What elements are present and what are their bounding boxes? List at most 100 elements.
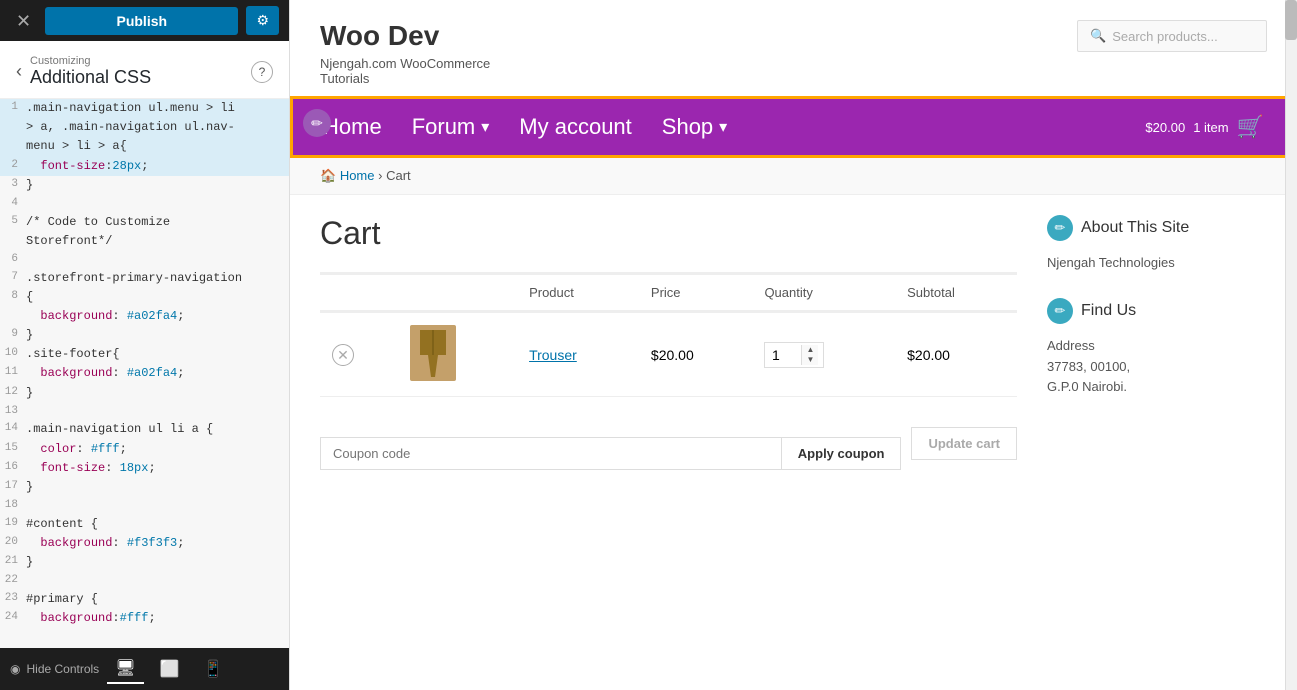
publish-settings-button[interactable]: ⚙ [246, 6, 279, 35]
breadcrumb-separator: › [378, 168, 382, 183]
close-button[interactable]: ✕ [10, 10, 37, 32]
site-header: Woo Dev Njengah.com WooCommerce Tutorial… [290, 0, 1297, 96]
quantity-input[interactable] [765, 343, 801, 367]
scrollbar-thumb[interactable] [1285, 0, 1297, 40]
code-line: 20 background: #f3f3f3; [0, 534, 289, 553]
col-product: Product [517, 274, 639, 312]
nav-bar: Home Forum ▾ My account Shop ▾ $20.00 1 … [293, 99, 1294, 155]
coupon-input[interactable] [320, 437, 782, 470]
code-line: 2 font-size:28px; [0, 157, 289, 176]
code-line: 23 #primary { [0, 590, 289, 609]
cart-item-image-cell [398, 312, 517, 397]
customizing-label: Customizing [30, 55, 251, 67]
shop-dropdown-icon: ▾ [719, 117, 727, 137]
coupon-area: Apply coupon [320, 437, 901, 470]
code-line: 11 background: #a02fa4; [0, 364, 289, 383]
help-button[interactable]: ? [251, 61, 273, 83]
col-remove [320, 274, 398, 312]
code-line: 15 color: #fff; [0, 440, 289, 459]
search-icon: 🔍 [1090, 28, 1106, 44]
css-code-editor[interactable]: 1 .main-navigation ul.menu > li > a, .ma… [0, 99, 289, 648]
code-line: 3 } [0, 176, 289, 195]
about-widget-title: ✏ About This Site [1047, 215, 1267, 241]
nav-item-shop[interactable]: Shop ▾ [662, 114, 727, 140]
nav-item-home[interactable]: Home [323, 114, 382, 140]
col-subtotal: Subtotal [895, 274, 1017, 312]
site-branding: Woo Dev Njengah.com WooCommerce Tutorial… [320, 20, 490, 86]
nav-item-forum[interactable]: Forum ▾ [412, 114, 490, 140]
cart-item-remove-cell: ✕ [320, 312, 398, 397]
code-line: 9 } [0, 326, 289, 345]
sidebar: ✏ About This Site Njengah Technologies ✏… [1047, 215, 1267, 470]
code-line: background: #a02fa4; [0, 307, 289, 326]
remove-item-button[interactable]: ✕ [332, 344, 354, 366]
find-us-widget-title: ✏ Find Us [1047, 298, 1267, 324]
cart-title: Cart [320, 215, 1017, 252]
nav-item-forum-label: Forum [412, 114, 476, 140]
cart-item-name-cell: Trouser [517, 312, 639, 397]
main-content: Cart Product Price Quantity Subtotal [290, 195, 1297, 490]
code-line: 1 .main-navigation ul.menu > li [0, 99, 289, 118]
home-icon: 🏠 [320, 168, 336, 183]
nav-bar-wrapper: ✏ Home Forum ▾ My account Shop ▾ $ [290, 96, 1297, 158]
cart-table-row: ✕ Trouser [320, 312, 1017, 397]
col-quantity: Quantity [752, 274, 895, 312]
back-button[interactable]: ‹ [16, 61, 30, 82]
quantity-up-button[interactable]: ▲ [801, 345, 818, 355]
code-line: 4 [0, 195, 289, 213]
address-line1: 37783, 00100, [1047, 357, 1267, 378]
cart-table: Product Price Quantity Subtotal ✕ [320, 272, 1017, 397]
quantity-stepper[interactable]: ▲ ▼ [764, 342, 824, 368]
code-line: 21 } [0, 553, 289, 572]
publish-button[interactable]: Publish [45, 7, 238, 35]
customizer-header: ‹ Customizing Additional CSS ? [0, 41, 289, 99]
nav-items: Home Forum ▾ My account Shop ▾ [323, 114, 727, 140]
code-line: 24 background:#fff; [0, 609, 289, 628]
customizer-topbar: ✕ Publish ⚙ [0, 0, 289, 41]
breadcrumb-home-link[interactable]: Home [340, 168, 375, 183]
nav-edit-button[interactable]: ✏ [303, 109, 331, 137]
about-widget-icon: ✏ [1047, 215, 1073, 241]
mobile-device-button[interactable]: 📱 [195, 655, 231, 683]
code-line: 14 .main-navigation ul li a { [0, 420, 289, 439]
scrollbar[interactable] [1285, 0, 1297, 690]
tablet-device-button[interactable]: ⬜ [152, 655, 188, 683]
cart-item-quantity-cell: ▲ ▼ [752, 312, 895, 397]
customizer-header-text: Customizing Additional CSS [30, 55, 251, 88]
code-line: 13 [0, 403, 289, 421]
nav-item-myaccount[interactable]: My account [519, 114, 632, 140]
forum-dropdown-icon: ▾ [481, 117, 489, 137]
breadcrumb: 🏠 Home › Cart [290, 158, 1297, 195]
cart-amount: $20.00 [1145, 120, 1185, 135]
cart-icon-button[interactable]: 🛒 [1237, 114, 1264, 140]
code-line: 18 [0, 497, 289, 515]
hide-controls-button[interactable]: ◉ Hide Controls [10, 662, 99, 676]
find-us-widget-title-label: Find Us [1081, 302, 1136, 320]
nav-item-shop-label: Shop [662, 114, 713, 140]
code-line: Storefront*/ [0, 232, 289, 251]
site-tagline: Njengah.com WooCommerce [320, 56, 490, 71]
search-placeholder: Search products... [1112, 29, 1218, 44]
code-line: 6 [0, 251, 289, 269]
update-cart-button[interactable]: Update cart [911, 427, 1017, 460]
breadcrumb-current: Cart [386, 168, 411, 183]
hide-controls-icon: ◉ [10, 662, 20, 676]
quantity-down-button[interactable]: ▼ [801, 355, 818, 365]
cart-actions: Apply coupon Update cart [320, 417, 1017, 470]
code-line: > a, .main-navigation ul.nav- [0, 118, 289, 137]
find-us-widget-content: Address 37783, 00100, G.P.0 Nairobi. [1047, 336, 1267, 398]
cart-item-name-link[interactable]: Trouser [529, 347, 577, 363]
desktop-device-button[interactable]: 🖥 [107, 654, 143, 684]
product-search[interactable]: 🔍 Search products... [1077, 20, 1267, 52]
customizer-bottom-bar: ◉ Hide Controls 🖥 ⬜ 📱 [0, 648, 289, 690]
apply-coupon-button[interactable]: Apply coupon [782, 437, 902, 470]
panel-title: Additional CSS [30, 67, 251, 88]
col-price: Price [639, 274, 753, 312]
code-line: 10 .site-footer{ [0, 345, 289, 364]
about-widget-content: Njengah Technologies [1047, 253, 1267, 274]
address-line2: G.P.0 Nairobi. [1047, 377, 1267, 398]
quantity-arrows: ▲ ▼ [801, 345, 818, 365]
code-line: 12 } [0, 384, 289, 403]
nav-item-home-label: Home [323, 114, 382, 140]
about-widget: ✏ About This Site Njengah Technologies [1047, 215, 1267, 274]
